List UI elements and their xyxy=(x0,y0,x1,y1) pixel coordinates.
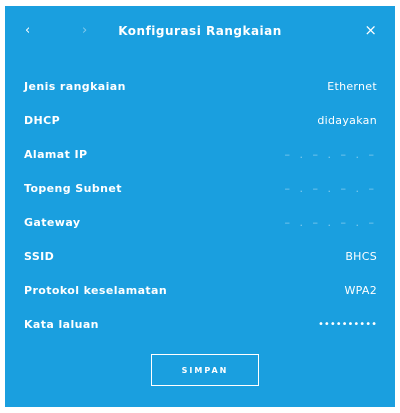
setting-value: – . – . – . – xyxy=(284,216,377,229)
setting-row-dhcp[interactable]: DHCP didayakan xyxy=(5,107,395,141)
page-title: Konfigurasi Rangkaian xyxy=(118,24,282,38)
password-value: •••••••••• xyxy=(318,319,377,330)
setting-value: WPA2 xyxy=(344,284,377,297)
panel-header: ‹ › Konfigurasi Rangkaian × xyxy=(5,6,395,58)
settings-list: Jenis rangkaian Ethernet DHCP didayakan … xyxy=(5,73,395,345)
setting-value: – . – . – . – xyxy=(284,182,377,195)
setting-label: Topeng Subnet xyxy=(24,182,122,195)
setting-value: didayakan xyxy=(317,114,377,127)
save-button[interactable]: SIMPAN xyxy=(151,354,259,386)
setting-value: BHCS xyxy=(345,250,377,263)
setting-row-ip-address[interactable]: Alamat IP – . – . – . – xyxy=(5,141,395,175)
setting-label: Protokol keselamatan xyxy=(24,284,168,297)
setting-row-security-protocol[interactable]: Protokol keselamatan WPA2 xyxy=(5,277,395,311)
setting-label: Gateway xyxy=(24,216,81,229)
setting-label: DHCP xyxy=(24,114,61,127)
network-config-panel: ‹ › Konfigurasi Rangkaian × Jenis rangka… xyxy=(5,6,395,407)
setting-value: – . – . – . – xyxy=(284,148,377,161)
setting-row-gateway[interactable]: Gateway – . – . – . – xyxy=(5,209,395,243)
setting-row-ssid[interactable]: SSID BHCS xyxy=(5,243,395,277)
setting-label: Kata laluan xyxy=(24,318,99,331)
setting-row-network-type[interactable]: Jenis rangkaian Ethernet xyxy=(5,73,395,107)
setting-label: SSID xyxy=(24,250,55,263)
setting-label: Alamat IP xyxy=(24,148,88,161)
setting-value: Ethernet xyxy=(327,80,377,93)
setting-row-subnet-mask[interactable]: Topeng Subnet – . – . – . – xyxy=(5,175,395,209)
close-icon[interactable]: × xyxy=(364,22,377,38)
setting-row-password[interactable]: Kata laluan •••••••••• xyxy=(5,311,395,345)
setting-label: Jenis rangkaian xyxy=(24,80,126,93)
